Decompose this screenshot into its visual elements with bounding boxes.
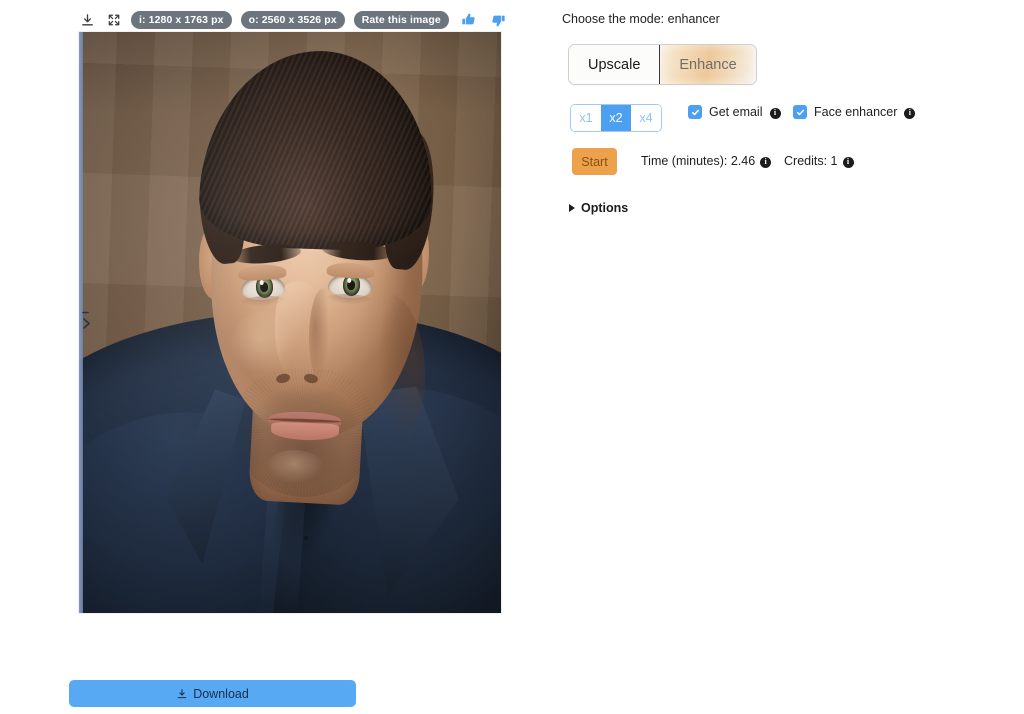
get-email-option: Get email i: [688, 105, 781, 119]
face-enhancer-checkbox[interactable]: [793, 105, 807, 119]
rate-this-image-button[interactable]: Rate this image: [354, 11, 449, 29]
scale-selector: x1 x2 x4: [570, 104, 662, 132]
check-icon: [691, 108, 700, 117]
get-email-label: Get email: [709, 105, 763, 119]
download-button-label: Download: [193, 687, 249, 701]
fullscreen-icon[interactable]: [105, 12, 122, 29]
image-preview[interactable]: [79, 32, 501, 613]
check-icon: [796, 108, 805, 117]
download-icon[interactable]: [79, 12, 96, 29]
scale-x1-button[interactable]: x1: [571, 105, 601, 131]
info-icon[interactable]: i: [770, 108, 781, 119]
get-email-checkbox[interactable]: [688, 105, 702, 119]
download-button[interactable]: Download: [69, 680, 356, 707]
chevron-right-icon: [569, 204, 575, 212]
mode-label: Choose the mode: enhancer: [562, 12, 720, 26]
thumbs-down-icon[interactable]: [489, 11, 507, 29]
controls-panel: Choose the mode: enhancer Upscale Enhanc…: [562, 0, 1024, 714]
scale-x4-button[interactable]: x4: [631, 105, 661, 131]
face-enhancer-option: Face enhancer i: [793, 105, 915, 119]
info-icon[interactable]: i: [843, 157, 854, 168]
thumbs-up-icon[interactable]: [460, 11, 478, 29]
info-icon[interactable]: i: [904, 108, 915, 119]
face-enhancer-label: Face enhancer: [814, 105, 897, 119]
mode-upscale-button[interactable]: Upscale: [569, 45, 659, 84]
credits-info: Credits: 1 i: [784, 154, 854, 168]
scale-x2-button[interactable]: x2: [601, 105, 631, 131]
options-label: Options: [581, 201, 628, 215]
time-estimate: Time (minutes): 2.46 i: [641, 154, 771, 168]
options-disclosure[interactable]: Options: [569, 201, 628, 215]
mode-enhance-button[interactable]: Enhance: [659, 45, 755, 84]
portrait-photo: [79, 32, 501, 613]
photo-vignette: [79, 32, 501, 613]
output-size-badge: o: 2560 x 3526 px: [241, 11, 345, 29]
compare-slider-handle-icon[interactable]: [80, 309, 94, 337]
input-size-badge: i: 1280 x 1763 px: [131, 11, 232, 29]
mode-toggle-group: Upscale Enhance: [568, 44, 757, 85]
image-toolbar: i: 1280 x 1763 px o: 2560 x 3526 px Rate…: [79, 8, 507, 32]
credits-label: Credits: 1: [784, 154, 838, 168]
app-root: i: 1280 x 1763 px o: 2560 x 3526 px Rate…: [0, 0, 1024, 714]
preview-column: i: 1280 x 1763 px o: 2560 x 3526 px Rate…: [0, 0, 540, 714]
info-icon[interactable]: i: [760, 157, 771, 168]
start-button[interactable]: Start: [572, 148, 617, 175]
time-estimate-label: Time (minutes): 2.46: [641, 154, 755, 168]
download-icon: [176, 688, 188, 700]
